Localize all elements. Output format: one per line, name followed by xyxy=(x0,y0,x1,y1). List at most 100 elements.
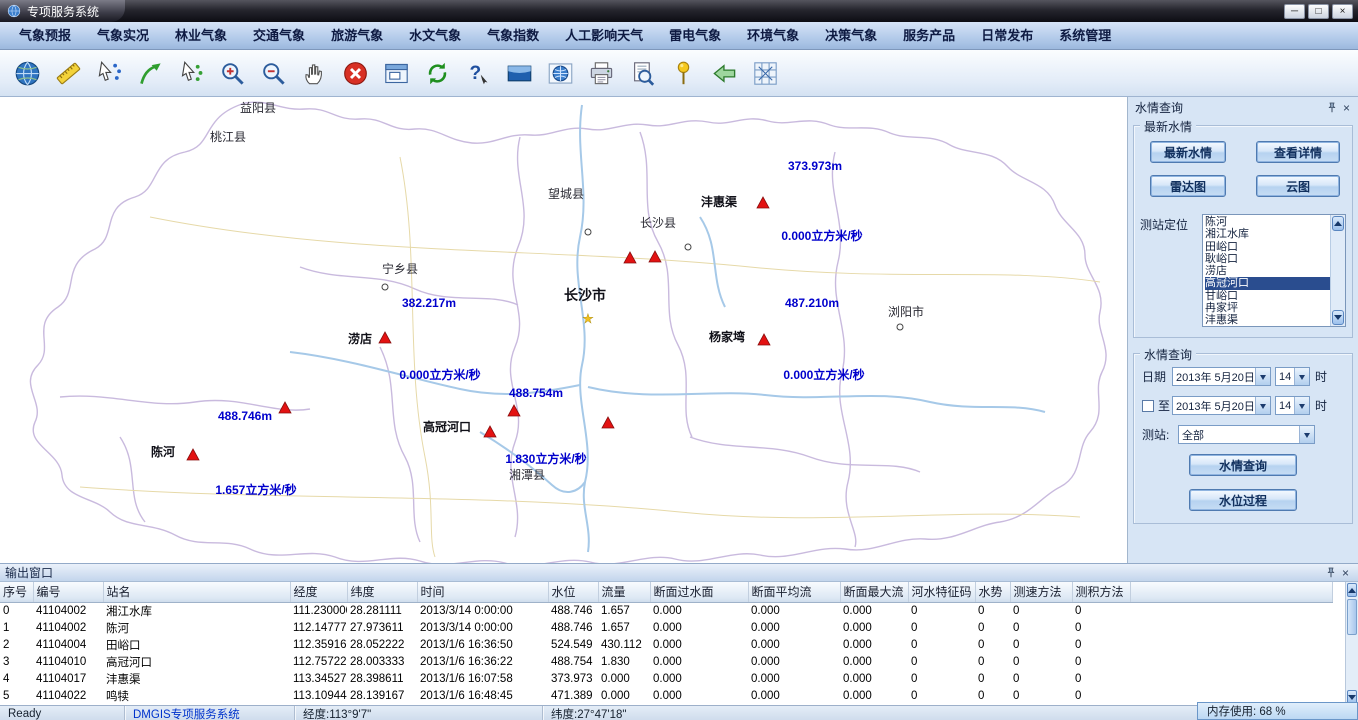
station-list-item[interactable]: 田峪口 xyxy=(1205,241,1330,253)
station-list-item[interactable]: 耿峪口 xyxy=(1205,253,1330,265)
menu-item-9[interactable]: 雷电气象 xyxy=(656,22,734,49)
menu-item-1[interactable]: 气象预报 xyxy=(6,22,84,49)
menu-item-3[interactable]: 林业气象 xyxy=(162,22,240,49)
scroll-down-icon[interactable] xyxy=(1332,310,1344,325)
station-list-item[interactable]: 沣惠渠 xyxy=(1205,314,1330,326)
back-tool-button[interactable] xyxy=(706,54,742,92)
column-header-4[interactable]: 经度 xyxy=(290,582,347,602)
column-header-7[interactable]: 水位 xyxy=(548,582,598,602)
maximize-button[interactable]: □ xyxy=(1308,4,1329,19)
table-cell: 28.281111 xyxy=(347,602,417,619)
column-header-5[interactable]: 纬度 xyxy=(347,582,417,602)
map-canvas[interactable]: 益阳县桃江县望城县沣惠渠长沙县宁乡县长沙市浏阳市涝店杨家塆高冠河口陈河湘潭县37… xyxy=(0,97,1128,563)
station-marker[interactable] xyxy=(757,197,769,208)
globe-tool-button[interactable] xyxy=(9,54,45,92)
output-table: 序号编号站名经度纬度时间水位流量断面过水面断面平均流断面最大流河水特征码水势测速… xyxy=(0,582,1333,704)
to-date-checkbox[interactable] xyxy=(1142,400,1154,412)
column-header-15[interactable]: 测积方法 xyxy=(1072,582,1130,602)
column-header-14[interactable]: 测速方法 xyxy=(1010,582,1072,602)
select-arrow-tool-button[interactable] xyxy=(132,54,168,92)
station-list-item[interactable]: 冉家坪 xyxy=(1205,302,1330,314)
output-scrollbar[interactable] xyxy=(1345,582,1358,705)
select-features-tool-button[interactable] xyxy=(91,54,127,92)
menu-item-12[interactable]: 服务产品 xyxy=(890,22,968,49)
station-marker[interactable] xyxy=(379,332,391,343)
scroll-up-icon[interactable] xyxy=(1332,216,1344,231)
scroll-thumb[interactable] xyxy=(1347,599,1357,635)
end-hour-select[interactable]: 14 xyxy=(1275,396,1310,415)
menu-item-11[interactable]: 决策气象 xyxy=(812,22,890,49)
station-marker[interactable] xyxy=(484,426,496,437)
pin-icon[interactable] xyxy=(1323,566,1338,580)
menu-item-13[interactable]: 日常发布 xyxy=(968,22,1046,49)
help-identify-tool-button[interactable]: ? xyxy=(460,54,496,92)
station-marker[interactable] xyxy=(758,334,770,345)
column-header-12[interactable]: 河水特征码 xyxy=(908,582,975,602)
station-list-item[interactable]: 涝店 xyxy=(1205,265,1330,277)
table-row[interactable]: 041104002湘江水库111.23000028.2811112013/3/1… xyxy=(0,602,1332,619)
full-extent-tool-button[interactable] xyxy=(747,54,783,92)
column-header-11[interactable]: 断面最大流 xyxy=(840,582,908,602)
table-row[interactable]: 441104017沣惠渠113.34527828.3986112013/1/6 … xyxy=(0,670,1332,687)
latest-button-2[interactable]: 查看详情 xyxy=(1256,141,1340,163)
close-button[interactable]: × xyxy=(1332,4,1353,19)
menu-item-5[interactable]: 旅游气象 xyxy=(318,22,396,49)
menu-item-10[interactable]: 环境气象 xyxy=(734,22,812,49)
station-list-item[interactable]: 甘峪口 xyxy=(1205,290,1330,302)
latest-button-3[interactable]: 雷达图 xyxy=(1150,175,1226,197)
swipe-layer-tool-button[interactable] xyxy=(501,54,537,92)
measure-tool-button[interactable] xyxy=(50,54,86,92)
column-header-6[interactable]: 时间 xyxy=(417,582,548,602)
start-hour-select[interactable]: 14 xyxy=(1275,367,1310,386)
column-header-10[interactable]: 断面平均流 xyxy=(748,582,840,602)
pin-icon[interactable] xyxy=(1324,101,1339,115)
pin-marker-tool-button[interactable] xyxy=(665,54,701,92)
station-select[interactable]: 全部 xyxy=(1178,425,1315,444)
station-list-scrollbar[interactable] xyxy=(1330,215,1345,326)
status-longitude: 经度:113°9'7" xyxy=(295,706,543,720)
station-marker[interactable] xyxy=(279,402,291,413)
select-elements-tool-button[interactable] xyxy=(173,54,209,92)
print-preview-tool-button[interactable] xyxy=(624,54,660,92)
column-header-8[interactable]: 流量 xyxy=(598,582,650,602)
latest-button-4[interactable]: 云图 xyxy=(1256,175,1340,197)
pan-tool-button[interactable] xyxy=(296,54,332,92)
print-tool-button[interactable] xyxy=(583,54,619,92)
table-row[interactable]: 241104004田峪口112.35916728.0522222013/1/6 … xyxy=(0,636,1332,653)
table-row[interactable]: 341104010高冠河口112.75722228.0033332013/1/6… xyxy=(0,653,1332,670)
close-output-icon[interactable]: × xyxy=(1338,566,1353,580)
station-list-item[interactable]: 湘江水库 xyxy=(1205,228,1330,240)
station-marker[interactable] xyxy=(187,449,199,460)
table-row[interactable]: 541104022鸣犊113.10944428.1391672013/1/6 1… xyxy=(0,687,1332,704)
water-query-button[interactable]: 水情查询 xyxy=(1189,454,1297,476)
column-header-3[interactable]: 站名 xyxy=(103,582,290,602)
menu-item-7[interactable]: 气象指数 xyxy=(474,22,552,49)
column-header-13[interactable]: 水势 xyxy=(975,582,1010,602)
stop-tool-button[interactable] xyxy=(337,54,373,92)
zoom-out-tool-button[interactable] xyxy=(255,54,291,92)
station-marker[interactable] xyxy=(602,417,614,428)
refresh-tool-button[interactable] xyxy=(419,54,455,92)
station-marker[interactable] xyxy=(649,251,661,262)
column-header-1[interactable]: 序号 xyxy=(0,582,33,602)
zoom-in-tool-button[interactable] xyxy=(214,54,250,92)
minimize-button[interactable]: ─ xyxy=(1284,4,1305,19)
station-list-item[interactable]: 高冠河口 xyxy=(1205,277,1330,289)
station-list-item[interactable]: 陈河 xyxy=(1205,216,1330,228)
fit-window-tool-button[interactable] xyxy=(378,54,414,92)
close-panel-icon[interactable]: × xyxy=(1339,101,1354,115)
scroll-up-icon[interactable] xyxy=(1347,583,1357,597)
latest-button-1[interactable]: 最新水情 xyxy=(1150,141,1226,163)
menu-item-8[interactable]: 人工影响天气 xyxy=(552,22,656,49)
column-header-2[interactable]: 编号 xyxy=(33,582,103,602)
table-row[interactable]: 141104002陈河112.14777827.9736112013/3/14 … xyxy=(0,619,1332,636)
stage-process-button[interactable]: 水位过程 xyxy=(1189,489,1297,511)
menu-item-2[interactable]: 气象实况 xyxy=(84,22,162,49)
menu-item-6[interactable]: 水文气象 xyxy=(396,22,474,49)
end-date-select[interactable]: 2013年 5月20日 xyxy=(1172,396,1271,415)
globe-layer-tool-button[interactable] xyxy=(542,54,578,92)
column-header-9[interactable]: 断面过水面 xyxy=(650,582,748,602)
menu-item-14[interactable]: 系统管理 xyxy=(1046,22,1124,49)
menu-item-4[interactable]: 交通气象 xyxy=(240,22,318,49)
start-date-select[interactable]: 2013年 5月20日 xyxy=(1172,367,1271,386)
